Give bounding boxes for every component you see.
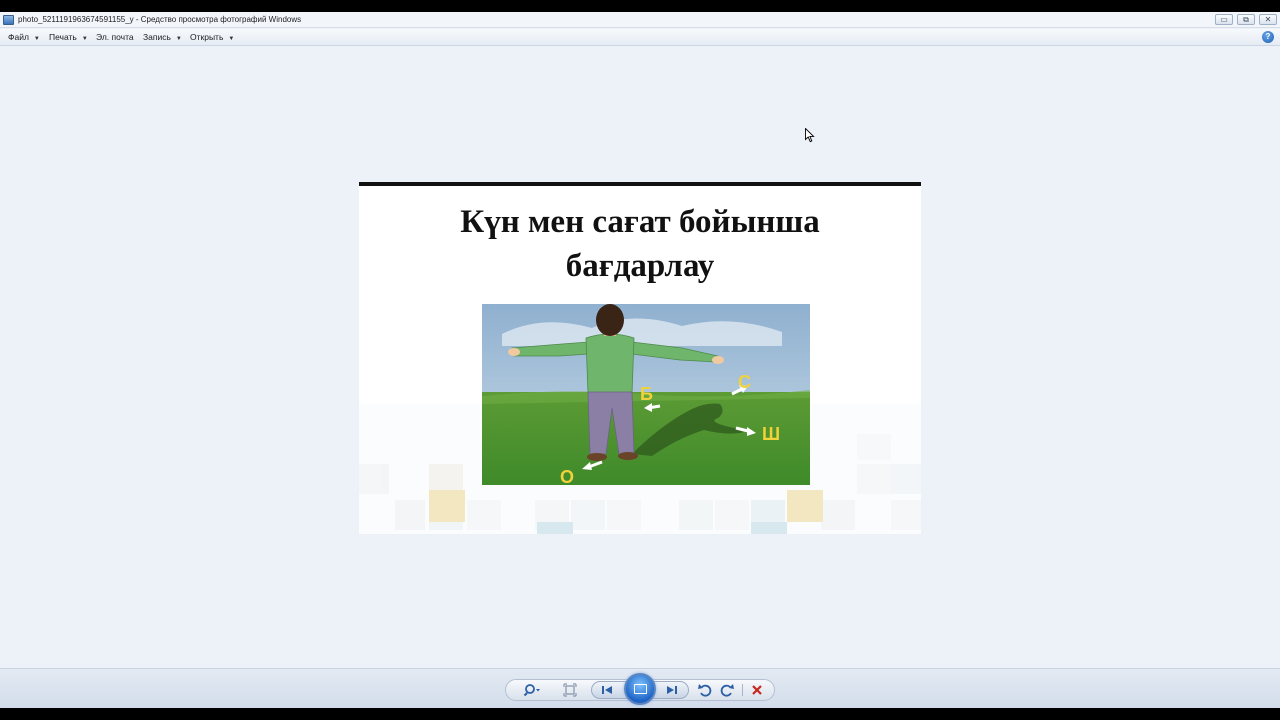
zoom-button[interactable] [523, 682, 541, 698]
photo-viewer-window: photo_5211191963674591155_y - Средство п… [0, 12, 1280, 708]
slideshow-icon [634, 684, 647, 694]
delete-button[interactable] [748, 682, 766, 698]
direction-west-label: Б [640, 384, 653, 404]
chevron-down-icon: ▼ [81, 36, 88, 42]
next-icon [667, 686, 677, 694]
direction-north-label: С [738, 372, 751, 392]
minimize-button[interactable]: ▭ [1215, 14, 1233, 25]
help-icon[interactable]: ? [1262, 31, 1274, 43]
menu-burn[interactable]: Запись ▼ [143, 32, 182, 45]
slide-title-line-1: Күн мен сағат бойынша [460, 204, 820, 240]
next-button[interactable] [663, 682, 681, 698]
close-button[interactable]: ✕ [1259, 14, 1277, 25]
menu-burn-label: Запись [143, 32, 171, 42]
previous-button[interactable] [598, 682, 616, 698]
menu-bar: Файл ▼ Печать ▼ Эл. почта Запись ▼ Открыть ▼… [0, 29, 1280, 46]
slide-title: Күн мен сағат бойынша бағдарлау [359, 200, 921, 288]
previous-icon [602, 686, 612, 694]
slideshow-button[interactable] [624, 673, 656, 705]
magnifier-icon [523, 684, 540, 697]
boy-sweater [585, 333, 635, 395]
menu-open-label: Открыть [190, 32, 224, 42]
maximize-button[interactable]: ⧉ [1237, 14, 1255, 25]
boy-head [596, 304, 624, 336]
bottom-toolbar [0, 668, 1280, 708]
window-title: photo_5211191963674591155_y - Средство п… [18, 15, 302, 24]
grass [482, 392, 810, 485]
photo-viewer-app-icon [3, 15, 14, 25]
rotate-left-icon [698, 684, 712, 697]
chevron-down-icon: ▼ [175, 36, 182, 42]
chevron-down-icon: ▼ [33, 36, 40, 42]
direction-south-label: О [560, 467, 574, 485]
rotate-right-icon [720, 684, 734, 697]
slide-top-rule [359, 182, 921, 186]
mouse-cursor-icon [805, 128, 815, 143]
title-bar: photo_5211191963674591155_y - Средство п… [0, 12, 1280, 28]
rotate-counterclockwise-button[interactable] [696, 682, 714, 698]
menu-open[interactable]: Открыть ▼ [190, 32, 234, 45]
chevron-down-icon: ▼ [228, 36, 235, 42]
fit-icon [563, 683, 577, 697]
displayed-photo: Күн мен сағат бойынша бағдарлау Б С Ш О [359, 182, 921, 534]
slide-title-line-2: бағдарлау [565, 248, 715, 284]
menu-file[interactable]: Файл ▼ [8, 32, 40, 45]
menu-print-label: Печать [49, 32, 77, 42]
menu-email[interactable]: Эл. почта [96, 32, 134, 43]
rotate-clockwise-button[interactable] [718, 682, 736, 698]
menu-email-label: Эл. почта [96, 32, 134, 42]
menu-print[interactable]: Печать ▼ [49, 32, 88, 45]
actual-size-button[interactable] [561, 682, 579, 698]
toolbar-separator [742, 684, 743, 696]
direction-east-label: Ш [762, 424, 780, 444]
delete-icon [752, 685, 762, 695]
menu-file-label: Файл [8, 32, 29, 42]
orientation-illustration: Б С Ш О [482, 304, 810, 485]
